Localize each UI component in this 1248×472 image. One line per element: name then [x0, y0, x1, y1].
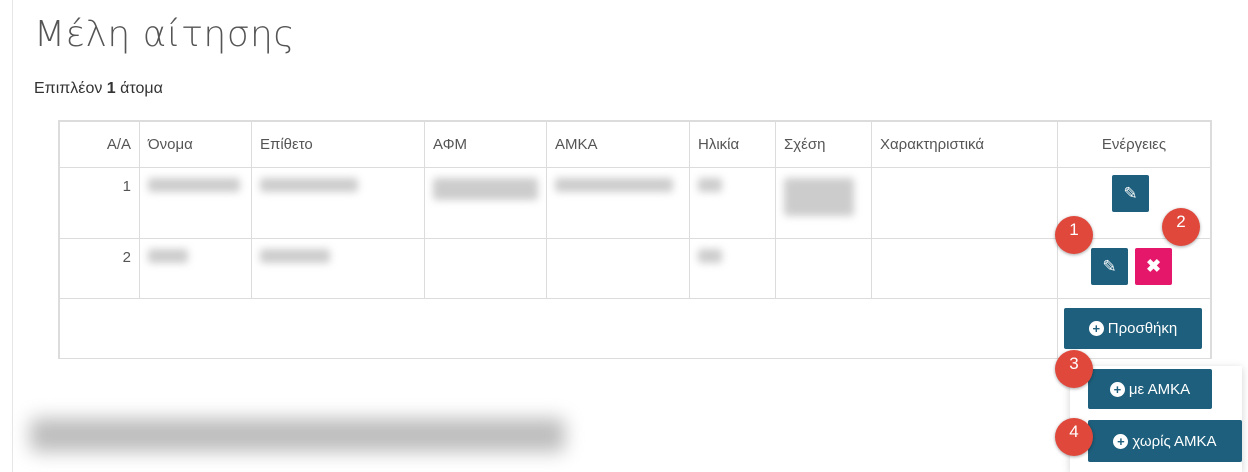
- blurred-relation: [775, 167, 872, 239]
- relation-cell: [775, 238, 872, 299]
- without-amka-label: χωρίς ΑΜΚΑ: [1132, 432, 1217, 450]
- edit-icon: ✎: [1102, 256, 1117, 276]
- row-number: 2: [59, 238, 140, 299]
- blurred-amka: [546, 167, 690, 239]
- row-number: 1: [59, 167, 140, 239]
- subtitle-prefix: Επιπλέον: [34, 80, 107, 97]
- table-footer-row: [59, 298, 1211, 359]
- header-surname: Επίθετο: [251, 121, 425, 168]
- delete-button-row-2[interactable]: ✖: [1135, 248, 1172, 285]
- add-without-amka-option[interactable]: + χωρίς ΑΜΚΑ: [1088, 420, 1242, 462]
- callout-badge-2: 2: [1162, 208, 1200, 246]
- blurred-section-heading: [30, 418, 565, 452]
- callout-badge-4: 4: [1055, 418, 1093, 456]
- blurred-surname: [251, 167, 425, 239]
- edit-button-row-1[interactable]: ✎: [1112, 175, 1149, 212]
- blurred-age: [689, 167, 776, 239]
- characteristics-cell: [871, 238, 1058, 299]
- blurred-name: [139, 167, 252, 239]
- header-relation: Σχέση: [775, 121, 872, 168]
- with-amka-label: με ΑΜΚΑ: [1128, 380, 1191, 398]
- header-actions: Ενέργειες: [1057, 121, 1211, 168]
- subtitle-suffix: άτομα: [115, 80, 163, 97]
- callout-badge-1: 1: [1055, 216, 1093, 254]
- afm-cell: [424, 238, 547, 299]
- table-header-row: Α/Α Όνομα Επίθετο ΑΦΜ ΑΜΚΑ Ηλικία Σχέση …: [59, 121, 1211, 168]
- blurred-name: [139, 238, 252, 299]
- left-divider: [12, 0, 13, 472]
- blurred-age: [689, 238, 776, 299]
- members-table: Α/Α Όνομα Επίθετο ΑΦΜ ΑΜΚΑ Ηλικία Σχέση …: [58, 120, 1212, 359]
- header-afm: ΑΦΜ: [424, 121, 547, 168]
- callout-badge-3: 3: [1055, 350, 1093, 388]
- members-count-text: Επιπλέον 1 άτομα: [34, 80, 163, 98]
- header-characteristics: Χαρακτηριστικά: [871, 121, 1058, 168]
- table-row: 2: [59, 238, 1211, 299]
- plus-circle-icon: +: [1109, 381, 1125, 397]
- header-amka: ΑΜΚΑ: [546, 121, 690, 168]
- amka-cell: [546, 238, 690, 299]
- header-name: Όνομα: [139, 121, 252, 168]
- table-row: 1: [59, 167, 1211, 239]
- characteristics-cell: [871, 167, 1058, 239]
- add-member-button[interactable]: + Προσθήκη: [1064, 308, 1202, 349]
- header-age: Ηλικία: [689, 121, 776, 168]
- add-with-amka-option[interactable]: + με ΑΜΚΑ: [1088, 369, 1212, 409]
- blurred-surname: [251, 238, 425, 299]
- page-title: Μέλη αίτησης: [34, 14, 296, 55]
- close-icon: ✖: [1145, 256, 1162, 276]
- header-aa: Α/Α: [59, 121, 140, 168]
- footer-spacer: [59, 298, 1058, 359]
- plus-circle-icon: +: [1088, 321, 1104, 336]
- add-button-label: Προσθήκη: [1107, 320, 1178, 337]
- edit-icon: ✎: [1123, 183, 1138, 203]
- plus-circle-icon: +: [1113, 433, 1129, 449]
- blurred-afm: [424, 167, 547, 239]
- subtitle-count: 1: [106, 80, 116, 97]
- edit-button-row-2[interactable]: ✎: [1091, 248, 1128, 285]
